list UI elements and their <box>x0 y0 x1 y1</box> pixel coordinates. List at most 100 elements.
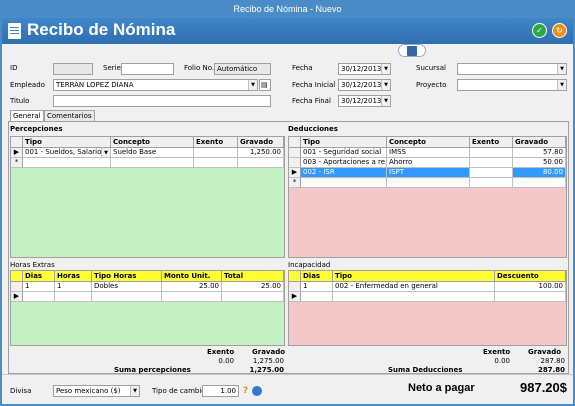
col-gravado: Gravado <box>238 137 284 148</box>
divisa-select[interactable]: Peso mexicano ($) ▼ <box>53 385 140 397</box>
calculate-button[interactable] <box>398 44 426 57</box>
fecha-final-picker[interactable]: 30/12/2013 ▼ <box>338 95 391 107</box>
table-cell[interactable] <box>23 292 55 302</box>
percepciones-title: Percepciones <box>10 125 63 133</box>
table-cell[interactable] <box>194 148 238 158</box>
col-tipo: Tipo <box>333 271 495 282</box>
empleado-value: TERRAN LOPEZ DIANA <box>56 81 134 89</box>
incapacidad-grid: Dias Tipo Descuento 1 002 - Enfermedad e… <box>288 270 567 346</box>
chevron-down-icon[interactable]: ▼ <box>381 80 390 90</box>
table-cell[interactable]: 100.00 <box>495 282 566 292</box>
table-cell[interactable]: 003 - Aportaciones a re... <box>301 158 387 168</box>
table-cell[interactable] <box>387 178 470 188</box>
fecha-inicial-picker[interactable]: 30/12/2013 ▼ <box>338 79 391 91</box>
table-cell[interactable]: 002 - Enfermedad en general <box>333 282 495 292</box>
cell-tipo: 001 - Sueldos, Salarios <box>25 148 106 156</box>
titulo-label: Titulo <box>10 97 30 105</box>
fecha-inicial-label: Fecha Inicial <box>292 81 336 89</box>
table-cell[interactable] <box>333 292 495 302</box>
table-cell[interactable] <box>470 148 513 158</box>
chevron-down-icon[interactable]: ▼ <box>130 386 139 396</box>
main-panel: ID Serie Folio No. Automático Fecha 30/1… <box>2 44 573 374</box>
col-concepto: Concepto <box>387 137 470 148</box>
help-icon[interactable]: ? <box>241 385 250 397</box>
col-tipo-horas: Tipo Horas <box>92 271 162 282</box>
chevron-down-icon[interactable]: ▼ <box>381 96 390 106</box>
chevron-down-icon[interactable]: ▼ <box>557 80 566 90</box>
table-cell[interactable]: 1 <box>23 282 55 292</box>
table-cell[interactable] <box>470 158 513 168</box>
table-cell-selected[interactable]: ISPT <box>387 168 470 178</box>
new-row-icon: * <box>289 178 301 188</box>
chevron-down-icon[interactable]: ▼ <box>101 148 110 157</box>
table-cell[interactable] <box>301 292 333 302</box>
table-cell-selected[interactable]: 80.00 <box>513 168 566 178</box>
table-cell-selected[interactable]: 002 - ISR <box>301 168 387 178</box>
table-cell[interactable]: Dobles <box>92 282 162 292</box>
perc-gravado-label: Gravado <box>252 348 286 356</box>
chevron-down-icon[interactable]: ▼ <box>248 80 257 90</box>
col-dias: Dias <box>23 271 55 282</box>
table-cell[interactable] <box>111 158 194 168</box>
new-row-icon: * <box>11 158 23 168</box>
col-monto-unit: Monto Unit. <box>162 271 222 282</box>
fecha-label: Fecha <box>292 64 313 72</box>
titulo-field[interactable] <box>53 95 271 107</box>
chevron-down-icon[interactable]: ▼ <box>381 64 390 74</box>
chevron-down-icon[interactable]: ▼ <box>557 64 566 74</box>
table-cell[interactable]: 1 <box>301 282 333 292</box>
sucursal-select[interactable]: ▼ <box>457 63 567 75</box>
proyecto-select[interactable]: ▼ <box>457 79 567 91</box>
table-cell[interactable] <box>55 292 92 302</box>
table-cell[interactable] <box>238 158 284 168</box>
table-cell[interactable] <box>513 178 566 188</box>
table-cell[interactable]: IMSS <box>387 148 470 158</box>
fecha-final-label: Fecha Final <box>292 97 331 105</box>
ded-exento-label: Exento <box>483 348 511 356</box>
table-cell[interactable]: 25.00 <box>222 282 284 292</box>
refresh-icon[interactable]: ↻ <box>552 23 567 38</box>
table-cell[interactable]: 25.00 <box>162 282 222 292</box>
serie-field[interactable] <box>121 63 174 75</box>
table-cell[interactable] <box>23 158 111 168</box>
deducciones-title: Deducciones <box>288 125 338 133</box>
table-cell[interactable] <box>162 292 222 302</box>
divisa-label: Divisa <box>10 387 32 395</box>
table-cell[interactable] <box>222 292 284 302</box>
table-cell[interactable] <box>495 292 566 302</box>
ded-gravado-label: Gravado <box>528 348 562 356</box>
table-cell[interactable]: 1 <box>55 282 92 292</box>
header-band: Recibo de Nómina ✓ ↻ <box>2 18 573 44</box>
empleado-label: Empleado <box>10 81 45 89</box>
suma-deducciones-value: 287.80 <box>537 366 565 374</box>
empleado-select[interactable]: TERRAN LOPEZ DIANA ▼ <box>53 79 258 91</box>
tipo-cambio-field[interactable]: 1.00 <box>202 385 239 397</box>
fecha-value: 30/12/2013 <box>341 65 382 73</box>
folio-field[interactable]: Automático <box>214 63 271 75</box>
table-cell[interactable]: 57.80 <box>513 148 566 158</box>
fecha-picker[interactable]: 30/12/2013 ▼ <box>338 63 391 75</box>
row-header <box>11 282 23 292</box>
tipo-cambio-label: Tipo de cambio <box>152 387 206 395</box>
table-cell[interactable]: Ahorro <box>387 158 470 168</box>
row-header-corner <box>289 271 301 282</box>
perc-gravado-total: 1,275.00 <box>252 357 284 365</box>
table-cell[interactable] <box>470 168 513 178</box>
row-header <box>289 282 301 292</box>
globe-icon[interactable] <box>252 386 262 396</box>
table-cell[interactable]: 1,250.00 <box>238 148 284 158</box>
col-dias: Dias <box>301 271 333 282</box>
employee-lookup-icon[interactable]: ▤ <box>259 79 271 91</box>
id-field[interactable] <box>53 63 93 75</box>
table-cell[interactable] <box>470 178 513 188</box>
proyecto-label: Proyecto <box>416 81 447 89</box>
table-cell[interactable]: 001 - Seguridad social <box>301 148 387 158</box>
table-cell[interactable]: 50.00 <box>513 158 566 168</box>
table-cell[interactable]: 001 - Sueldos, Salarios ▼ <box>23 148 111 158</box>
table-cell[interactable] <box>92 292 162 302</box>
table-cell[interactable] <box>194 158 238 168</box>
table-cell[interactable]: Sueldo Base <box>111 148 194 158</box>
table-cell[interactable] <box>301 178 387 188</box>
ok-icon[interactable]: ✓ <box>532 23 547 38</box>
serie-label: Serie <box>103 64 121 72</box>
